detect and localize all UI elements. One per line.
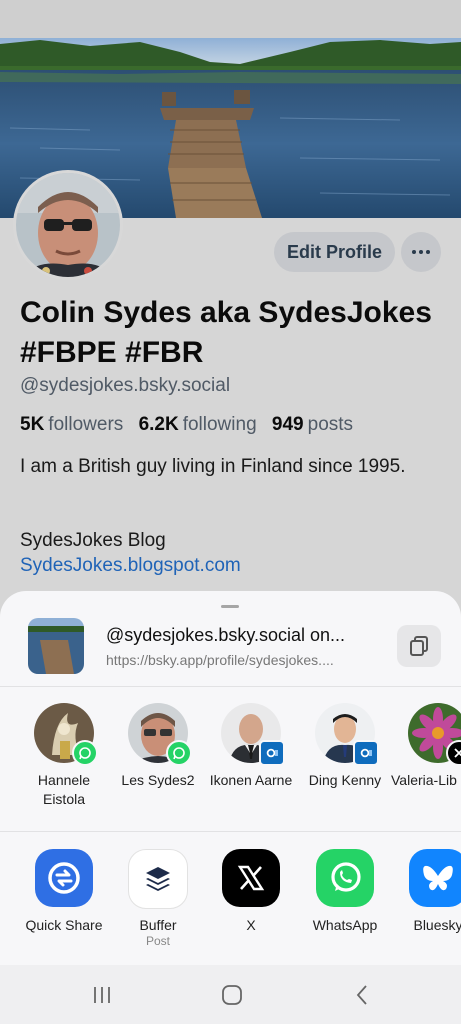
followers-label: followers bbox=[48, 414, 124, 435]
quick-share-icon bbox=[35, 849, 93, 907]
home-icon bbox=[222, 985, 242, 1005]
sheet-drag-handle[interactable] bbox=[221, 605, 239, 608]
following-count: 6.2K bbox=[138, 414, 179, 435]
share-apps: Quick Share Buffer Post X WhatsApp Blues… bbox=[0, 841, 461, 961]
contact-name: Hannele Eistola bbox=[37, 772, 91, 807]
buffer-icon bbox=[128, 849, 188, 909]
contact-ikonen-aarne[interactable]: Ikonen Aarne bbox=[204, 701, 298, 790]
share-sheet: @sydesjokes.bsky.social on... https://bs… bbox=[0, 591, 461, 965]
contact-name: Les Sydes2 bbox=[121, 772, 195, 788]
share-url: https://bsky.app/profile/sydesjokes.... bbox=[106, 652, 334, 668]
contact-hannele-eistola[interactable]: Hannele Eistola bbox=[17, 701, 111, 809]
x-icon bbox=[222, 849, 280, 907]
avatar bbox=[16, 173, 120, 277]
profile-avatar[interactable] bbox=[13, 170, 123, 280]
app-x[interactable]: X bbox=[204, 849, 298, 934]
share-title: @sydesjokes.bsky.social on... bbox=[106, 625, 346, 645]
whatsapp-icon bbox=[72, 740, 98, 766]
posts-count: 949 bbox=[271, 414, 304, 435]
following-stat[interactable]: 6.2K following bbox=[139, 414, 257, 435]
recent-apps-button[interactable] bbox=[82, 981, 122, 1009]
system-nav-bar bbox=[0, 965, 461, 1024]
app-label: Quick Share bbox=[25, 917, 103, 933]
app-label: Buffer bbox=[139, 917, 177, 933]
back-button[interactable] bbox=[342, 981, 382, 1009]
app-label: WhatsApp bbox=[312, 917, 378, 933]
contact-name: Valeria-Lib mNAFOFe bbox=[391, 772, 461, 788]
bluesky-icon bbox=[409, 849, 461, 907]
divider bbox=[0, 686, 461, 687]
display-name: Colin Sydes aka SydesJokes #FBPE #FBR bbox=[20, 296, 432, 369]
divider bbox=[0, 831, 461, 832]
back-icon bbox=[356, 985, 367, 1005]
app-label: Bluesky bbox=[413, 917, 461, 933]
app-quick-share[interactable]: Quick Share bbox=[17, 849, 111, 934]
contact-valeria[interactable]: Valeria-Lib mNAFOFe bbox=[391, 701, 461, 790]
profile-bio: I am a British guy living in Finland sin… bbox=[20, 456, 406, 477]
followers-stat[interactable]: 5K followers bbox=[20, 414, 123, 435]
outlook-icon bbox=[259, 740, 285, 766]
contact-ding-kenny[interactable]: Ding Kenny bbox=[298, 701, 392, 790]
app-label: X bbox=[246, 917, 256, 933]
whatsapp-icon bbox=[316, 849, 374, 907]
posts-stat: 949 posts bbox=[272, 414, 353, 435]
blog-title: SydesJokes Blog bbox=[20, 530, 166, 551]
app-bluesky[interactable]: Bluesky bbox=[391, 849, 461, 934]
direct-share-contacts: Hannele Eistola Les Sydes2 Ikonen Aarne … bbox=[0, 701, 461, 831]
status-bar bbox=[0, 0, 461, 38]
app-sublabel: Post bbox=[145, 934, 170, 948]
contact-les-sydes2[interactable]: Les Sydes2 bbox=[111, 701, 205, 790]
share-preview-thumbnail bbox=[28, 618, 84, 674]
x-icon bbox=[446, 740, 461, 766]
copy-icon bbox=[410, 636, 428, 656]
contact-name: Ikonen Aarne bbox=[209, 772, 293, 788]
copy-link-button[interactable] bbox=[397, 625, 441, 667]
app-buffer[interactable]: Buffer Post bbox=[111, 849, 205, 949]
following-label: following bbox=[182, 414, 257, 435]
recents-icon bbox=[94, 987, 110, 1003]
posts-label: posts bbox=[307, 414, 354, 435]
more-options-button[interactable] bbox=[401, 232, 441, 272]
whatsapp-icon bbox=[166, 740, 192, 766]
edit-profile-button[interactable]: Edit Profile bbox=[274, 232, 395, 272]
followers-count: 5K bbox=[20, 414, 45, 435]
app-whatsapp[interactable]: WhatsApp bbox=[298, 849, 392, 934]
profile-handle: @sydesjokes.bsky.social bbox=[20, 375, 231, 396]
contact-name: Ding Kenny bbox=[308, 772, 382, 788]
blog-link[interactable]: SydesJokes.blogspot.com bbox=[20, 555, 241, 577]
outlook-icon bbox=[353, 740, 379, 766]
ellipsis-icon bbox=[412, 250, 430, 254]
profile-stats: 5K followers 6.2K following 949 posts bbox=[20, 414, 353, 436]
home-button[interactable] bbox=[212, 981, 252, 1009]
